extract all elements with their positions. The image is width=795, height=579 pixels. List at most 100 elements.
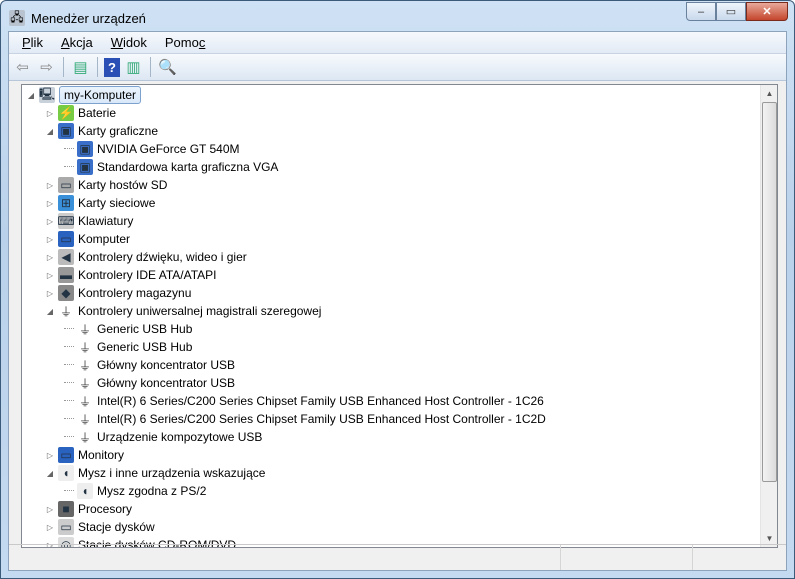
tree-item-label: Mysz zgodna z PS/2 (97, 484, 207, 498)
toolbar-separator (150, 57, 151, 77)
menu-item[interactable]: Akcja (52, 35, 102, 50)
storage-controller-icon: ◆ (58, 285, 74, 301)
tree-item-label: Intel(R) 6 Series/C200 Series Chipset Fa… (97, 412, 546, 426)
tree-item-label: Baterie (78, 106, 117, 120)
tree-item-label: Kontrolery dźwięku, wideo i gier (78, 250, 247, 264)
tree-item-label: Główny koncentrator USB (97, 358, 236, 372)
title-bar: 🖧 Menedżer urządzeń (9, 5, 146, 31)
tree-item[interactable]: ◢ ▣ Karty graficzne (45, 122, 158, 140)
collapsed-arrow-icon[interactable]: ▷ (45, 235, 55, 244)
show-hide-console-tree-icon[interactable]: ▤ (70, 57, 91, 78)
expanded-arrow-icon[interactable]: ◢ (26, 91, 36, 100)
display-adapter-icon: ▣ (58, 123, 74, 139)
expanded-arrow-icon[interactable]: ◢ (45, 307, 55, 316)
tree-item[interactable]: ▷ ▭ Stacje dysków (45, 518, 155, 536)
close-button[interactable]: ✕ (746, 2, 788, 21)
tree-item[interactable]: ⏚ Intel(R) 6 Series/C200 Series Chipset F… (64, 392, 544, 410)
usb-icon: ⏚ (77, 411, 93, 427)
menu-item-label: kcja (69, 35, 93, 50)
status-pane (9, 545, 561, 570)
tree-line (64, 410, 74, 419)
tree-line (64, 338, 74, 347)
tree-item[interactable]: ▷ ▭ Karty hostów SD (45, 176, 167, 194)
tree-item[interactable]: ⏚ Główny koncentrator USB (64, 356, 235, 374)
forward-icon[interactable]: ⇨ (36, 57, 57, 78)
tree-item-label: Główny koncentrator USB (97, 376, 236, 390)
tree-item-label: Klawiatury (78, 214, 134, 228)
tree-item[interactable]: ▣ NVIDIA GeForce GT 540M (64, 140, 240, 158)
tree-item-label: Generic USB Hub (97, 340, 193, 354)
menu-item[interactable]: Widok (102, 35, 156, 50)
tree-line (64, 482, 74, 491)
battery-icon: ⚡ (58, 105, 74, 121)
tree-line (64, 428, 74, 437)
usb-icon: ⏚ (77, 321, 93, 337)
scan-hardware-icon[interactable]: 🔍 (157, 57, 178, 78)
keyboard-icon: ⌨ (57, 213, 75, 229)
expanded-arrow-icon[interactable]: ◢ (45, 469, 55, 478)
status-pane (693, 545, 786, 570)
disk-drive-icon: ▭ (58, 519, 74, 535)
tree-item-label: Urządzenie kompozytowe USB (97, 430, 263, 444)
collapsed-arrow-icon[interactable]: ▷ (45, 523, 55, 532)
tree-item[interactable]: ▷ ◆ Kontrolery magazynu (45, 284, 191, 302)
collapsed-arrow-icon[interactable]: ▷ (45, 271, 55, 280)
tree-item[interactable]: ◢ 🖳 my-Komputer (26, 86, 142, 104)
collapsed-arrow-icon[interactable]: ▷ (45, 505, 55, 514)
tree-item[interactable]: ▷ ▭ Komputer (45, 230, 130, 248)
ide-controller-icon: ▬ (58, 267, 74, 283)
tree-item[interactable]: ▷ ⚡ Baterie (45, 104, 116, 122)
device-tree[interactable]: ▲ ▼ ◢ 🖳 my-Komputer ▷ ⚡ Baterie ◢ ▣ Karty grafic… (21, 84, 778, 548)
tree-item[interactable]: ▷ ▬ Kontrolery IDE ATA/ATAPI (45, 266, 217, 284)
tree-item[interactable]: ◢ ⏚ Kontrolery uniwersalnej magistrali sze… (45, 302, 321, 320)
expanded-arrow-icon[interactable]: ◢ (45, 127, 55, 136)
back-icon[interactable]: ⇦ (12, 57, 33, 78)
tree-item-label: Kontrolery magazynu (78, 286, 192, 300)
monitor-icon: ▭ (58, 447, 74, 463)
maximize-button[interactable]: ▭ (716, 2, 746, 21)
tree-item[interactable]: ⏚ Generic USB Hub (64, 338, 192, 356)
tree-item-label: Karty sieciowe (78, 196, 156, 210)
tree-line (64, 140, 74, 149)
tree-item-label: Monitory (78, 448, 125, 462)
tree-item[interactable]: ⏚ Intel(R) 6 Series/C200 Series Chipset F… (64, 410, 546, 428)
show-action-pane-icon[interactable]: ▥ (123, 57, 144, 78)
minimize-button[interactable]: ‒ (686, 2, 716, 21)
collapsed-arrow-icon[interactable]: ▷ (45, 109, 55, 118)
vertical-scrollbar[interactable]: ▲ ▼ (760, 85, 777, 547)
tree-item-label: Mysz i inne urządzenia wskazujące (78, 466, 266, 480)
tree-item[interactable]: ⏚ Generic USB Hub (64, 320, 192, 338)
tree-item[interactable]: ▷ ■ Procesory (45, 500, 132, 518)
collapsed-arrow-icon[interactable]: ▷ (45, 181, 55, 190)
window-title: Menedżer urządzeń (31, 10, 146, 26)
tree-item[interactable]: ◖ Mysz zgodna z PS/2 (64, 482, 206, 500)
collapsed-arrow-icon[interactable]: ▷ (45, 451, 55, 460)
menu-item-label: idok (123, 35, 147, 50)
mouse-icon: ◖ (58, 465, 74, 481)
tree-item[interactable]: ⏚ Główny koncentrator USB (64, 374, 235, 392)
collapsed-arrow-icon[interactable]: ▷ (45, 253, 55, 262)
collapsed-arrow-icon[interactable]: ▷ (45, 199, 55, 208)
tree-item[interactable]: ▷ ◀ Kontrolery dźwięku, wideo i gier (45, 248, 247, 266)
collapsed-arrow-icon[interactable]: ▷ (45, 217, 55, 226)
menu-item[interactable]: Plik (13, 35, 52, 50)
menu-item-label: lik (30, 35, 43, 50)
status-pane (561, 545, 693, 570)
scroll-up-arrow[interactable]: ▲ (761, 85, 777, 102)
tree-line (64, 392, 74, 401)
help-icon[interactable]: ? (104, 57, 120, 77)
usb-icon: ⏚ (77, 357, 93, 373)
tree-item[interactable]: ⏚ Urządzenie kompozytowe USB (64, 428, 262, 446)
scrollbar-thumb[interactable] (762, 102, 777, 482)
toolbar-separator (63, 57, 64, 77)
tree-item[interactable]: ▣ Standardowa karta graficzna VGA (64, 158, 278, 176)
tree-item[interactable]: ▷ ⊞ Karty sieciowe (45, 194, 155, 212)
tree-item[interactable]: ▷ ⌨ Klawiatury (45, 212, 133, 230)
usb-icon: ⏚ (77, 375, 93, 391)
tree-item[interactable]: ◢ ◖ Mysz i inne urządzenia wskazujące (45, 464, 265, 482)
tree-item-label: Generic USB Hub (97, 322, 193, 336)
collapsed-arrow-icon[interactable]: ▷ (45, 289, 55, 298)
menu-item[interactable]: Pomoc (156, 35, 214, 50)
device-manager-icon: 🖧 (9, 10, 25, 26)
tree-item[interactable]: ▷ ▭ Monitory (45, 446, 124, 464)
